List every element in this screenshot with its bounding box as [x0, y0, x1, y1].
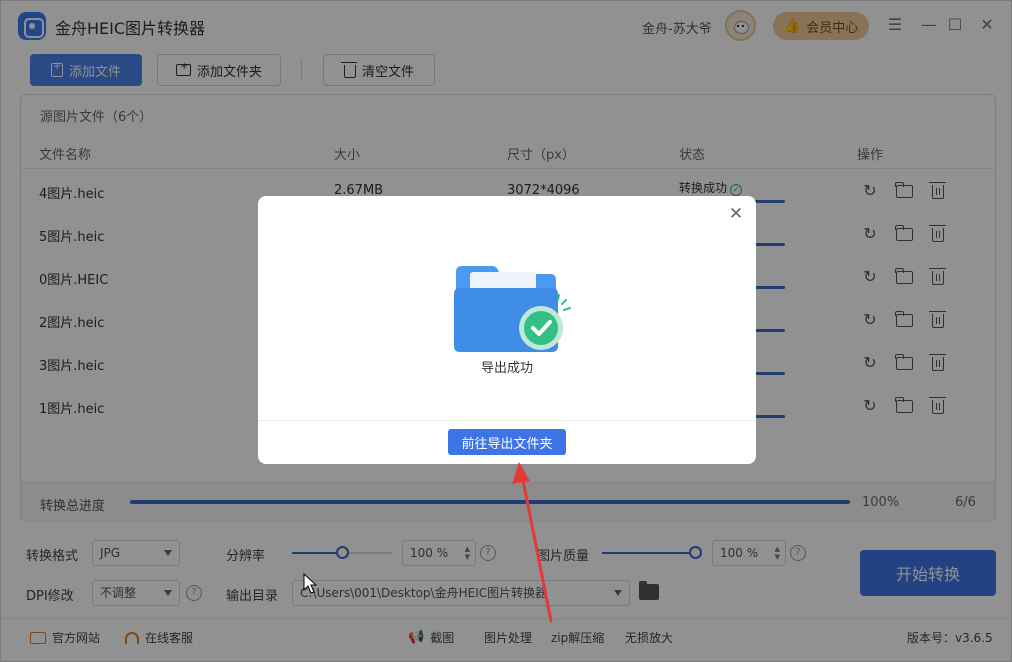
export-success-dialog: ✕ 导出成功 前往导出文件夹 — [258, 196, 756, 464]
open-export-folder-button[interactable]: 前往导出文件夹 — [448, 429, 566, 455]
dialog-divider — [258, 420, 756, 421]
folder-success-icon — [454, 266, 571, 352]
dialog-close-icon[interactable]: ✕ — [728, 206, 744, 223]
mouse-cursor-icon — [303, 573, 317, 594]
dialog-message: 导出成功 — [480, 361, 533, 376]
